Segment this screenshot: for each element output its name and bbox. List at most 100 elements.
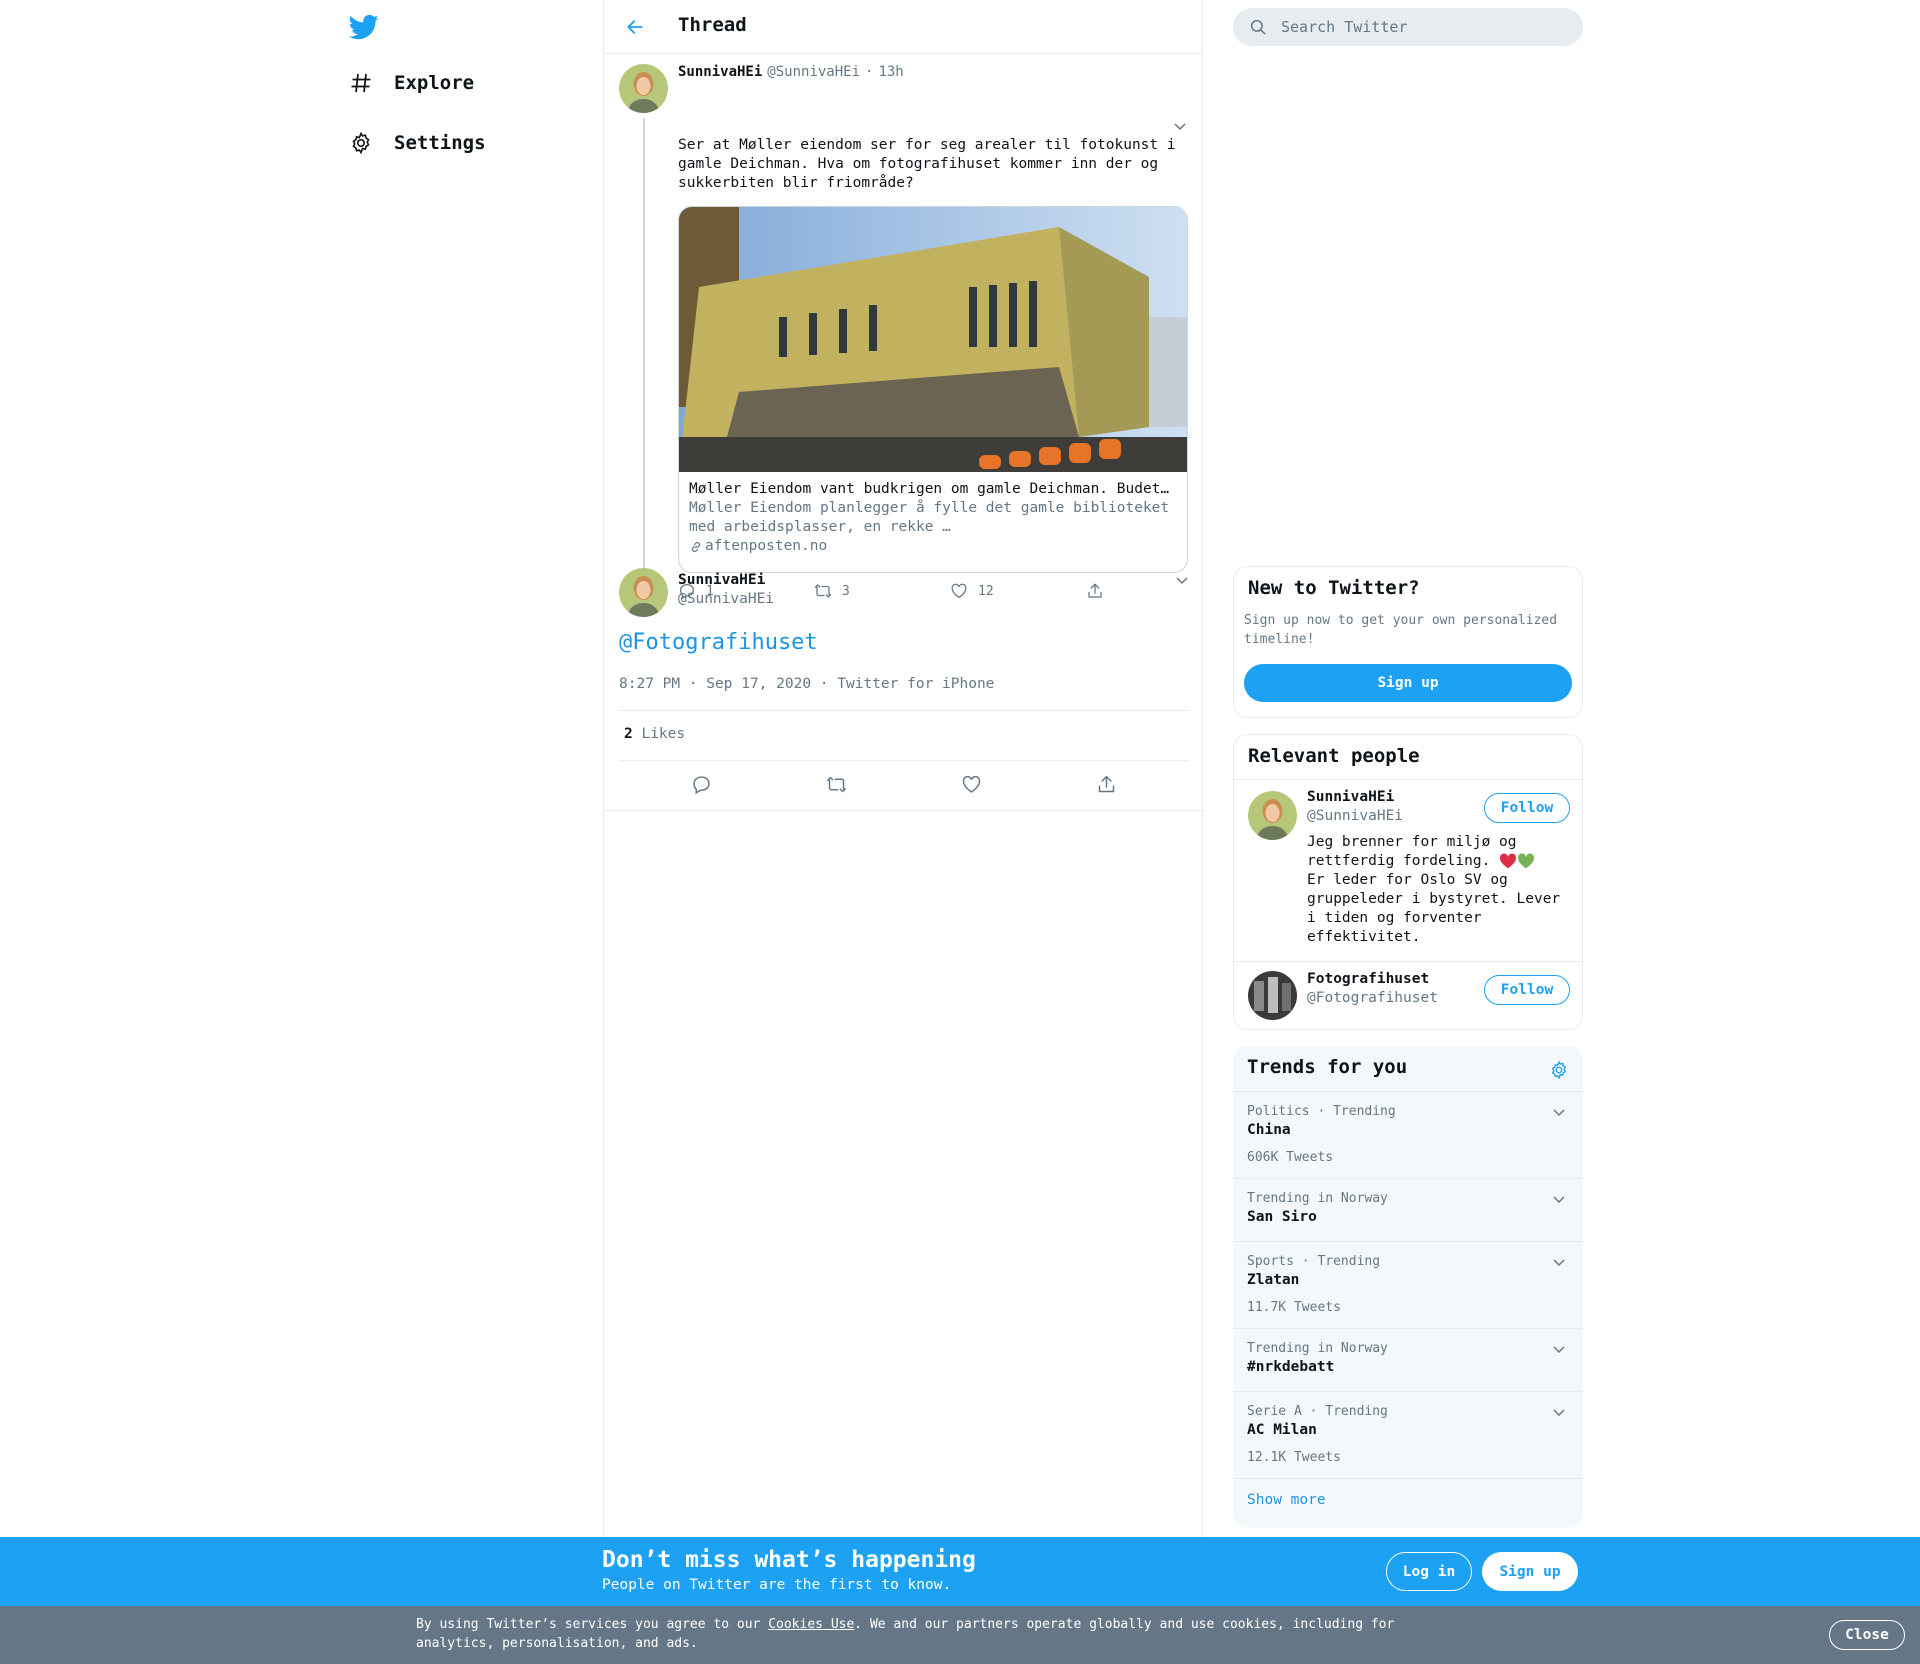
gear-icon [348,130,374,156]
tweet[interactable]: SunnivaHEi @SunnivaHEi · 13h Ser at Møll… [604,54,1202,616]
person-card[interactable]: Fotografihuset @Fotografihuset Follow [1234,961,1582,1029]
tweet-timestamp[interactable]: 8:27 PM · Sep 17, 2020 [619,676,811,692]
trend-count: 606K Tweets [1247,1150,1334,1165]
search-box [1233,8,1583,46]
nav-explore[interactable]: Explore [348,70,474,96]
reply-icon [693,776,710,795]
red-heart-emoji-icon [1500,853,1517,869]
author-handle[interactable]: @SunnivaHEi [767,64,860,80]
panel-title: Relevant people [1248,745,1420,767]
person-handle[interactable]: @SunnivaHEi [1307,808,1403,824]
share-button[interactable] [1096,774,1117,795]
trend-item[interactable]: Serie A · Trending AC Milan 12.1K Tweets [1233,1392,1583,1479]
chevron-down-icon[interactable] [1551,1191,1567,1207]
divider [619,710,1189,711]
link-card[interactable]: Møller Eiendom vant budkrigen om gamle D… [678,206,1188,573]
banner-title: Don’t miss what’s happening [602,1547,976,1573]
divider [604,810,1204,811]
card-image [679,207,1187,472]
cookie-banner: By using Twitter’s services you agree to… [0,1606,1920,1664]
chevron-down-icon[interactable] [1172,118,1188,134]
share-icon [1088,583,1102,598]
chevron-down-icon[interactable] [1551,1254,1567,1270]
trend-item[interactable]: Sports · Trending Zlatan 11.7K Tweets [1233,1242,1583,1329]
log-in-button[interactable]: Log in [1386,1552,1472,1591]
panel-description: Sign up now to get your own personalized… [1244,613,1558,647]
twitter-bird-icon[interactable] [348,12,380,42]
divider [619,760,1189,761]
green-heart-emoji-icon [1518,853,1535,869]
like-count: 12 [978,583,994,599]
person-card[interactable]: SunnivaHEi @SunnivaHEi Follow Jeg brenne… [1234,779,1582,961]
chevron-down-icon[interactable] [1551,1341,1567,1357]
author-name[interactable]: SunnivaHEi [678,64,762,80]
avatar[interactable] [1248,971,1297,1020]
card-description: Møller Eiendom planlegger å fylle det ga… [689,500,1170,535]
trend-name: San Siro [1247,1209,1317,1225]
share-button[interactable] [1086,582,1222,600]
trend-item[interactable]: Politics · Trending China 606K Tweets [1233,1092,1583,1179]
trend-name: AC Milan [1247,1422,1317,1438]
trend-item[interactable]: Trending in Norway San Siro [1233,1179,1583,1242]
card-domain: aftenposten.no [689,537,1177,556]
cookies-use-link[interactable]: Cookies Use [768,1617,854,1632]
search-icon [1250,19,1266,35]
person-bio-line2: Er leder for Oslo SV og gruppeleder i by… [1307,872,1561,945]
person-handle[interactable]: @Fotografihuset [1307,990,1438,1006]
thread-header: Thread [604,0,1202,54]
like-button[interactable]: 12 [950,582,1086,600]
trend-category: Serie A · Trending [1247,1404,1388,1419]
mention-link[interactable]: @Fotografihuset [619,630,818,655]
card-body: Møller Eiendom vant budkrigen om gamle D… [679,472,1187,564]
retweet-button[interactable]: 3 [814,582,950,600]
reply-button[interactable] [691,774,712,795]
chevron-down-icon[interactable] [1551,1404,1567,1420]
likes-stat[interactable]: 2 Likes [624,726,685,742]
avatar[interactable] [619,64,668,113]
trend-count: 12.1K Tweets [1247,1450,1341,1465]
trend-category: Trending in Norway [1247,1191,1388,1206]
tweet-meta: 8:27 PM · Sep 17, 2020 · Twitter for iPh… [619,676,994,692]
show-more-link[interactable]: Show more [1247,1492,1326,1508]
sign-up-button[interactable]: Sign up [1482,1552,1578,1591]
heart-icon [951,583,967,599]
person-bio-line1: Jeg brenner for miljø og rettferdig ford… [1307,834,1517,869]
chevron-down-icon[interactable] [1551,1104,1567,1120]
person-bio: Jeg brenner for miljø og rettferdig ford… [1307,833,1562,947]
card-title: Møller Eiendom vant budkrigen om gamle D… [689,481,1177,497]
new-to-twitter-panel: New to Twitter? Sign up now to get your … [1233,566,1583,718]
trend-category: Trending in Norway [1247,1341,1388,1356]
trend-name: China [1247,1122,1291,1138]
nav-settings[interactable]: Settings [348,130,486,156]
retweet-button[interactable] [826,774,847,795]
retweet-icon [827,776,846,793]
author-handle[interactable]: @SunnivaHEi [678,591,774,607]
search-input[interactable] [1281,18,1561,36]
person-name[interactable]: SunnivaHEi [1307,789,1394,805]
follow-button[interactable]: Follow [1484,975,1570,1005]
avatar[interactable] [619,568,668,617]
trend-category: Politics · Trending [1247,1104,1396,1119]
banner-subtitle: People on Twitter are the first to know. [602,1577,952,1593]
relevant-people-panel: Relevant people SunnivaHEi @SunnivaHEi F… [1233,734,1583,1030]
trend-count: 11.7K Tweets [1247,1300,1341,1315]
person-name[interactable]: Fotografihuset [1307,971,1429,987]
gear-icon[interactable] [1549,1060,1569,1080]
close-button[interactable]: Close [1829,1620,1905,1650]
retweet-count: 3 [842,583,850,599]
trend-item[interactable]: Trending in Norway #nrkdebatt [1233,1329,1583,1392]
panel-title: New to Twitter? [1248,577,1420,599]
follow-button[interactable]: Follow [1484,793,1570,823]
arrow-left-icon[interactable] [622,14,648,40]
likes-label: Likes [641,726,686,742]
nav-explore-label: Explore [394,72,475,94]
like-button[interactable] [961,774,982,795]
author-name[interactable]: SunnivaHEi [678,572,765,588]
heart-icon [962,775,981,793]
sign-up-button[interactable]: Sign up [1244,664,1572,702]
avatar[interactable] [1248,791,1297,840]
tweet-text: Ser at Møller eiendom ser for seg areale… [678,137,1176,191]
tweet-source: Twitter for iPhone [837,676,995,692]
tweet-time[interactable]: 13h [878,64,903,80]
chevron-down-icon[interactable] [1174,572,1190,588]
